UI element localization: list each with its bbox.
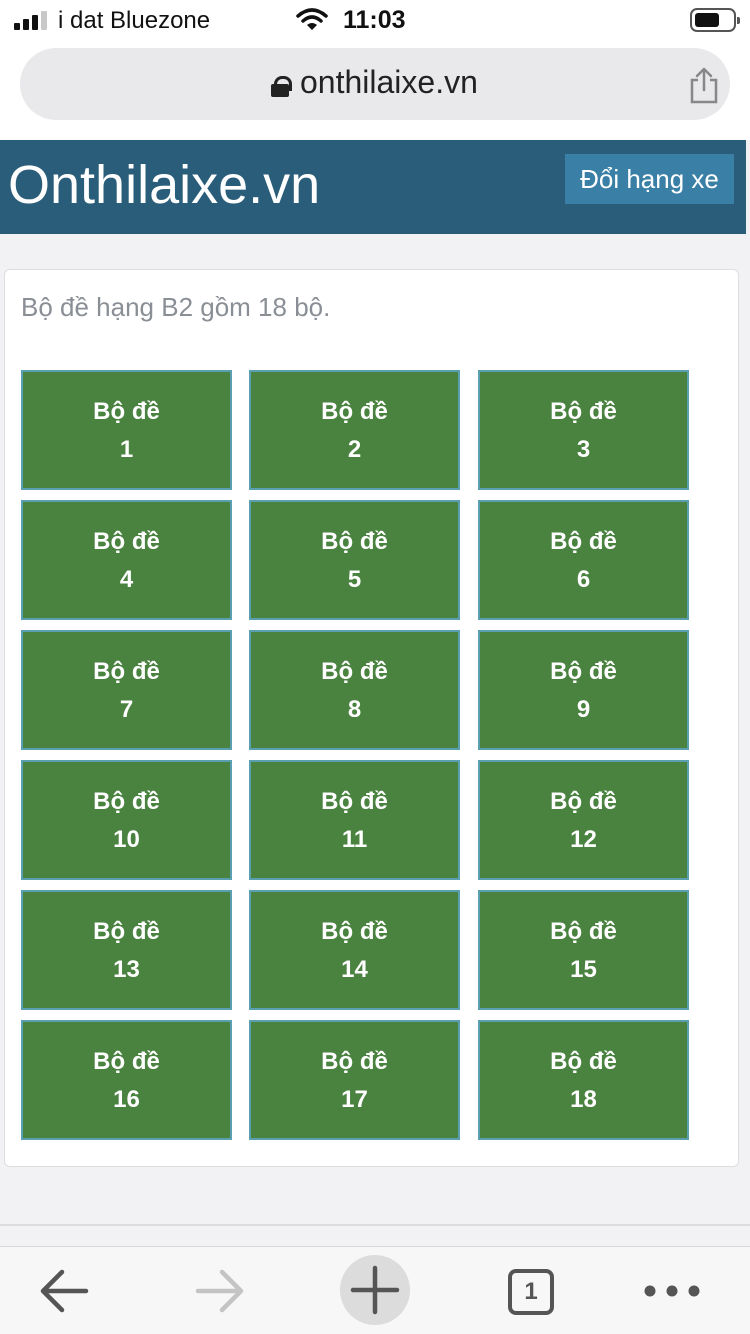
lock-icon — [271, 76, 292, 97]
test-set-number: 10 — [113, 826, 140, 853]
test-set-label: Bộ đề — [93, 918, 160, 945]
new-tab-plus-icon[interactable] — [340, 1255, 410, 1325]
test-set-number: 3 — [576, 436, 591, 463]
test-set-label: Bộ đề — [321, 528, 388, 555]
test-set-label: Bộ đề — [93, 1048, 160, 1075]
test-set-label: Bộ đề — [93, 658, 160, 685]
test-set-label: Bộ đề — [321, 918, 388, 945]
footer-divider — [0, 1224, 750, 1226]
more-dots-icon[interactable] — [640, 1247, 704, 1334]
browser-toolbar: 1 — [0, 1246, 750, 1334]
test-set-button[interactable]: Bộ đề 9 — [478, 630, 689, 750]
site-header: Onthilaixe.vn Đổi hạng xe — [0, 140, 746, 234]
test-set-number: 2 — [347, 436, 362, 463]
test-set-button[interactable]: Bộ đề 13 — [21, 890, 232, 1010]
status-bar: i dat Bluezone 11:03 — [0, 0, 750, 42]
test-set-label: Bộ đề — [93, 528, 160, 555]
battery-icon — [690, 8, 740, 32]
carrier-name: i dat Bluezone — [58, 7, 211, 34]
test-set-button[interactable]: Bộ đề 8 — [249, 630, 460, 750]
wifi-icon — [296, 8, 328, 30]
test-set-number: 4 — [119, 566, 134, 593]
test-set-label: Bộ đề — [93, 398, 160, 425]
browser-url-area: onthilaixe.vn — [0, 42, 750, 140]
test-set-number: 12 — [570, 826, 597, 853]
test-set-button[interactable]: Bộ đề 16 — [21, 1020, 232, 1140]
test-set-number: 8 — [347, 696, 362, 723]
test-set-button[interactable]: Bộ đề 14 — [249, 890, 460, 1010]
test-set-number: 16 — [113, 1086, 140, 1113]
test-set-label: Bộ đề — [321, 1048, 388, 1075]
test-set-button[interactable]: Bộ đề 1 — [21, 370, 232, 490]
test-set-label: Bộ đề — [550, 788, 617, 815]
test-set-number: 14 — [341, 956, 368, 983]
address-bar[interactable]: onthilaixe.vn — [20, 48, 730, 120]
test-set-number: 5 — [347, 566, 362, 593]
intro-text: Bộ đề hạng B2 gồm 18 bộ. — [21, 292, 331, 322]
clock: 11:03 — [343, 6, 406, 34]
test-set-label: Bộ đề — [321, 658, 388, 685]
test-set-button[interactable]: Bộ đề 10 — [21, 760, 232, 880]
site-title[interactable]: Onthilaixe.vn — [8, 154, 320, 216]
test-set-label: Bộ đề — [321, 398, 388, 425]
test-set-label: Bộ đề — [321, 788, 388, 815]
test-set-label: Bộ đề — [550, 528, 617, 555]
test-set-button[interactable]: Bộ đề 2 — [249, 370, 460, 490]
tabs-icon[interactable]: 1 — [508, 1269, 554, 1315]
url-text[interactable]: onthilaixe.vn — [300, 64, 478, 101]
test-set-button[interactable]: Bộ đề 18 — [478, 1020, 689, 1140]
test-set-label: Bộ đề — [550, 918, 617, 945]
test-set-button[interactable]: Bộ đề 6 — [478, 500, 689, 620]
test-set-button[interactable]: Bộ đề 15 — [478, 890, 689, 1010]
test-set-label: Bộ đề — [550, 398, 617, 425]
test-set-button[interactable]: Bộ đề 12 — [478, 760, 689, 880]
test-set-number: 9 — [576, 696, 591, 723]
test-set-number: 15 — [570, 956, 597, 983]
back-arrow-icon[interactable] — [36, 1247, 92, 1334]
test-set-button[interactable]: Bộ đề 5 — [249, 500, 460, 620]
test-set-number: 6 — [576, 566, 591, 593]
test-set-button[interactable]: Bộ đề 3 — [478, 370, 689, 490]
test-set-number: 17 — [341, 1086, 368, 1113]
test-set-button[interactable]: Bộ đề 4 — [21, 500, 232, 620]
test-set-number: 1 — [119, 436, 134, 463]
test-sets-card: Bộ đề hạng B2 gồm 18 bộ. Bộ đề 1 Bộ đề 2 B… — [4, 269, 739, 1167]
signal-icon — [14, 10, 50, 30]
test-set-button[interactable]: Bộ đề 11 — [249, 760, 460, 880]
test-set-number: 7 — [119, 696, 134, 723]
test-set-number: 13 — [113, 956, 140, 983]
test-set-label: Bộ đề — [550, 658, 617, 685]
test-set-button[interactable]: Bộ đề 7 — [21, 630, 232, 750]
test-set-label: Bộ đề — [550, 1048, 617, 1075]
test-set-label: Bộ đề — [93, 788, 160, 815]
switch-license-class-button[interactable]: Đổi hạng xe — [565, 154, 734, 204]
share-icon[interactable] — [688, 66, 720, 104]
test-set-number: 18 — [570, 1086, 597, 1113]
test-set-number: 11 — [341, 826, 368, 853]
test-set-button[interactable]: Bộ đề 17 — [249, 1020, 460, 1140]
forward-arrow-icon[interactable] — [192, 1247, 248, 1334]
